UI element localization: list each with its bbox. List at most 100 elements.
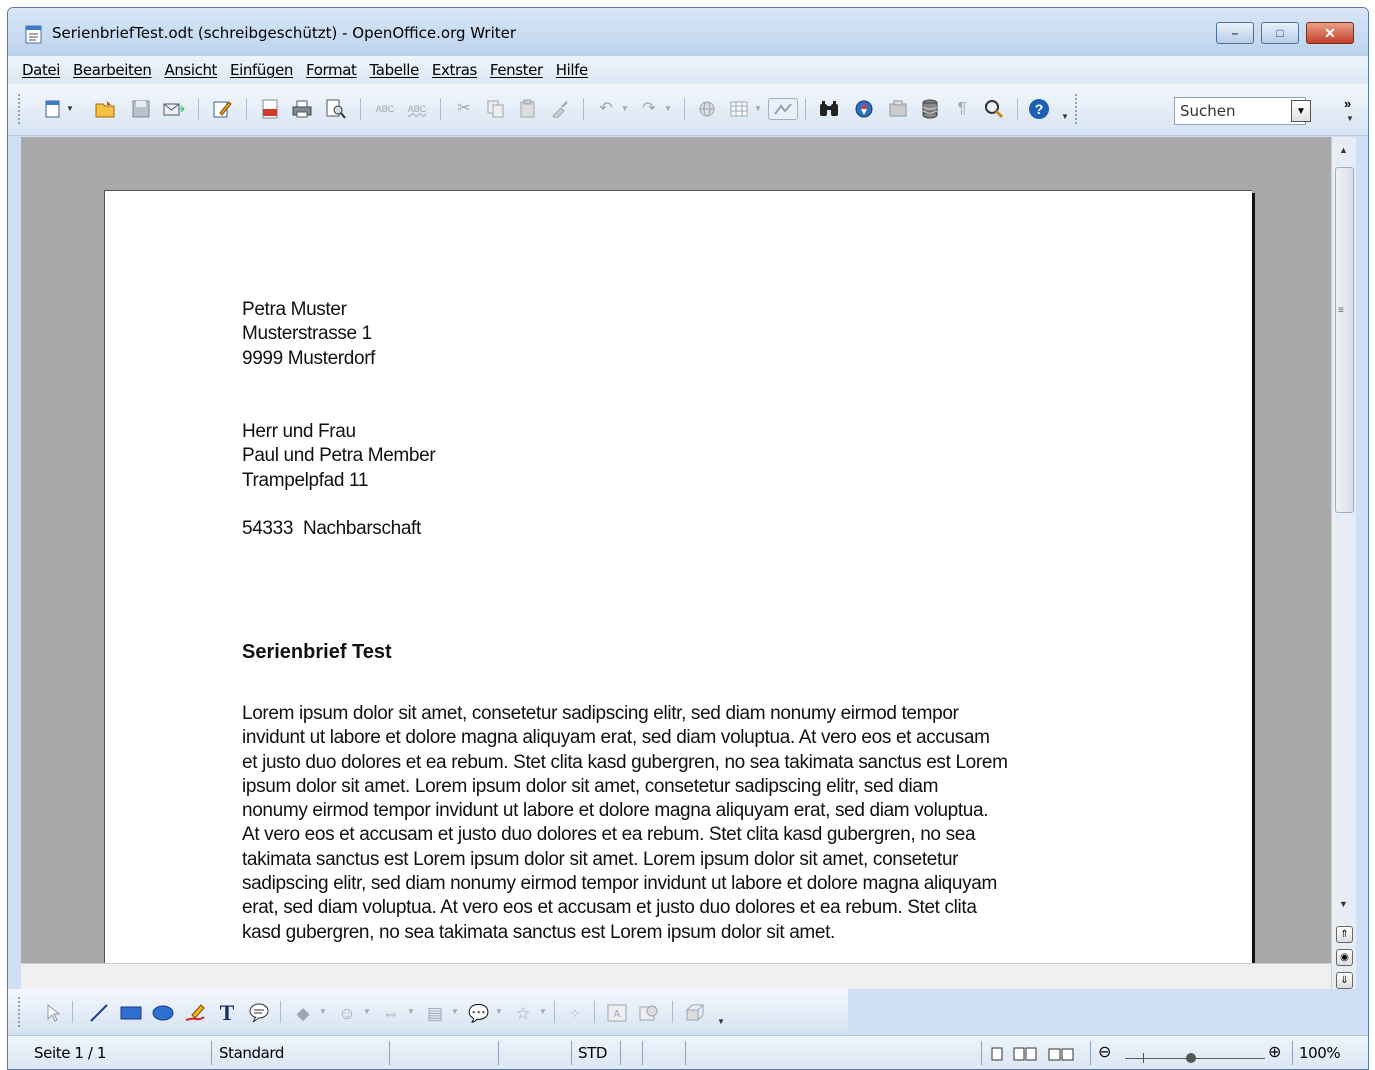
open-folder-icon[interactable] — [94, 98, 116, 120]
minimize-button[interactable]: – — [1216, 22, 1254, 44]
page-preview-icon[interactable] — [325, 98, 347, 120]
select-pointer-icon[interactable] — [42, 1002, 64, 1024]
page-indicator[interactable]: Seite 1 / 1 — [34, 1044, 106, 1062]
scroll-up-icon[interactable]: ▲ — [1339, 145, 1348, 155]
undo-icon[interactable]: ↶ — [595, 98, 617, 120]
insert-mode[interactable]: STD — [578, 1044, 607, 1062]
document-page[interactable]: Petra Muster Musterstrasse 1 9999 Muster… — [104, 190, 1252, 963]
ellipse-icon[interactable] — [152, 1002, 174, 1024]
page-style[interactable]: Standard — [219, 1044, 284, 1062]
symbol-shapes-icon[interactable]: ☺ — [336, 1002, 358, 1024]
points-icon[interactable]: ⁘ — [564, 1002, 586, 1024]
previous-page-button[interactable]: ⇑ — [1336, 926, 1353, 943]
find-toolbar-grip[interactable] — [1075, 94, 1079, 124]
line-icon[interactable] — [88, 1002, 110, 1024]
status-separator — [211, 1041, 212, 1065]
email-document-icon[interactable] — [163, 98, 185, 120]
show-draw-functions-icon[interactable] — [768, 98, 798, 120]
toolbar-overflow-icon[interactable]: » — [1344, 96, 1351, 111]
undo-dropdown-arrow-icon[interactable]: ▼ — [621, 104, 629, 113]
callout-shapes-icon[interactable]: 💬 — [468, 1002, 490, 1024]
maximize-button[interactable]: □ — [1261, 22, 1299, 44]
block-arrows-dropdown-icon[interactable]: ▼ — [407, 1007, 415, 1016]
freeform-line-icon[interactable] — [184, 1002, 206, 1024]
menu-extras[interactable]: Extras — [432, 61, 477, 79]
help-icon[interactable]: ? — [1028, 98, 1050, 120]
search-dropdown-button[interactable]: ▼ — [1291, 100, 1311, 122]
menu-einfuegen[interactable]: Einfügen — [230, 61, 293, 79]
spellcheck-icon[interactable]: ABC — [374, 98, 396, 120]
search-input[interactable]: Suchen — [1174, 97, 1306, 125]
menu-fenster[interactable]: Fenster — [490, 61, 543, 79]
next-page-button[interactable]: ⇓ — [1336, 972, 1353, 989]
callout-shapes-dropdown-icon[interactable]: ▼ — [495, 1007, 503, 1016]
callouts-icon[interactable] — [248, 1002, 270, 1024]
autospellcheck-icon[interactable]: ABC — [406, 98, 428, 120]
flowchart-icon[interactable]: ▤ — [424, 1002, 446, 1024]
print-icon[interactable] — [291, 98, 313, 120]
menu-tabelle[interactable]: Tabelle — [370, 61, 420, 79]
zoom-percentage[interactable]: 100% — [1299, 1044, 1341, 1062]
toolbar-options-arrow-icon[interactable]: ▼ — [1061, 112, 1069, 121]
find-binoculars-icon[interactable] — [818, 98, 840, 120]
symbol-shapes-dropdown-icon[interactable]: ▼ — [363, 1007, 371, 1016]
text-tool-icon[interactable]: T — [216, 1002, 238, 1024]
fontwork-gallery-icon[interactable]: A — [606, 1002, 628, 1024]
basic-shapes-diamond-icon[interactable]: ◆ — [292, 1002, 314, 1024]
hyperlink-globe-icon[interactable] — [696, 98, 718, 120]
zoom-out-icon[interactable]: ⊖ — [1098, 1042, 1111, 1061]
vertical-scrollbar[interactable]: ▲ ≡ ▼ ⇑ ◉ ⇓ — [1331, 137, 1356, 997]
table-icon[interactable] — [728, 98, 750, 120]
stars-icon[interactable]: ☆ — [512, 1002, 534, 1024]
menu-datei[interactable]: Datei — [22, 61, 60, 79]
menu-ansicht[interactable]: Ansicht — [164, 61, 217, 79]
redo-dropdown-arrow-icon[interactable]: ▼ — [664, 104, 672, 113]
data-sources-icon[interactable] — [919, 98, 941, 120]
table-dropdown-arrow-icon[interactable]: ▼ — [754, 104, 762, 113]
close-button[interactable]: ✕ — [1306, 22, 1354, 44]
menu-bearbeiten[interactable]: Bearbeiten — [73, 61, 152, 79]
redo-icon[interactable]: ↷ — [638, 98, 660, 120]
zoom-slider-knob[interactable] — [1186, 1053, 1196, 1063]
multi-page-view-icon[interactable] — [1013, 1047, 1037, 1064]
menu-format[interactable]: Format — [306, 61, 357, 79]
copy-icon[interactable] — [485, 98, 507, 120]
sender-address[interactable]: Petra Muster Musterstrasse 1 9999 Muster… — [242, 298, 375, 371]
zoom-in-icon[interactable]: ⊕ — [1268, 1042, 1281, 1061]
single-page-view-icon[interactable] — [991, 1047, 1003, 1064]
toolbar-overflow-arrow-icon[interactable]: ▼ — [1346, 114, 1354, 123]
zoom-magnifier-icon[interactable] — [983, 98, 1005, 120]
block-arrows-icon[interactable]: ⇔ — [380, 1002, 402, 1024]
document-area: Petra Muster Musterstrasse 1 9999 Muster… — [21, 137, 1331, 963]
navigator-compass-icon[interactable] — [853, 98, 875, 120]
from-file-icon[interactable] — [638, 1002, 660, 1024]
drawing-toolbar-grip[interactable] — [18, 997, 22, 1027]
gallery-icon[interactable] — [887, 98, 909, 120]
edit-file-icon[interactable] — [211, 98, 233, 120]
stars-dropdown-icon[interactable]: ▼ — [539, 1007, 547, 1016]
formatting-marks-pilcrow-icon[interactable]: ¶ — [951, 98, 973, 120]
rectangle-icon[interactable] — [120, 1002, 142, 1024]
export-pdf-icon[interactable] — [259, 98, 281, 120]
letter-heading[interactable]: Serienbrief Test — [242, 640, 392, 664]
book-view-icon[interactable] — [1048, 1047, 1074, 1064]
letter-body[interactable]: Lorem ipsum dolor sit amet, consetetur s… — [242, 702, 1122, 945]
extrusion-icon[interactable] — [684, 1002, 706, 1024]
drawing-toolbar-options-icon[interactable]: ▼ — [717, 1017, 725, 1026]
menu-hilfe[interactable]: Hilfe — [556, 61, 589, 79]
cut-scissors-icon[interactable]: ✂ — [453, 98, 475, 120]
basic-shapes-dropdown-icon[interactable]: ▼ — [319, 1007, 327, 1016]
new-document-icon[interactable] — [42, 98, 64, 120]
flowchart-dropdown-icon[interactable]: ▼ — [451, 1007, 459, 1016]
scroll-down-icon[interactable]: ▼ — [1339, 899, 1348, 909]
save-disk-icon[interactable] — [130, 98, 152, 120]
scroll-thumb[interactable] — [1335, 167, 1354, 513]
svg-text:A: A — [614, 1009, 621, 1020]
format-paintbrush-icon[interactable] — [549, 98, 571, 120]
toolbar-grip[interactable] — [18, 94, 22, 124]
drawing-toolbar-dock — [848, 989, 1368, 1033]
recipient-address[interactable]: Herr und Frau Paul und Petra Member Tram… — [242, 420, 436, 541]
paste-icon[interactable] — [517, 98, 539, 120]
navigation-button[interactable]: ◉ — [1336, 949, 1353, 966]
new-dropdown-arrow-icon[interactable]: ▼ — [66, 104, 74, 113]
